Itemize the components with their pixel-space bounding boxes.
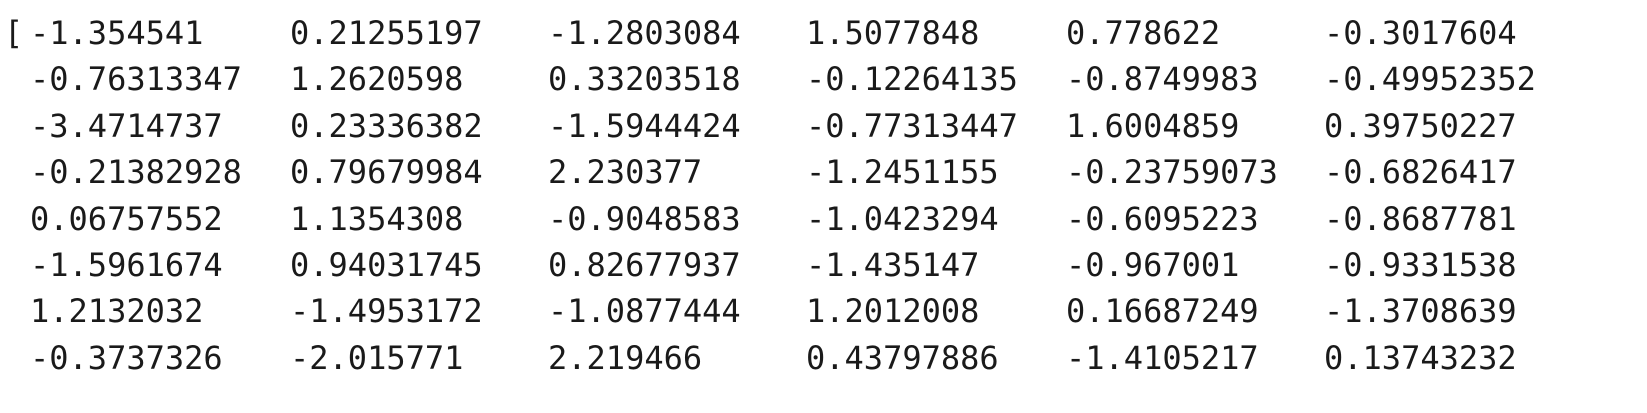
array-value: 0.23336382 xyxy=(290,106,483,145)
array-value: -0.23759073 xyxy=(1066,153,1278,192)
array-value: -0.77313447 xyxy=(806,106,1018,145)
array-value: 0.39750227 xyxy=(1324,106,1517,145)
array-value: 2.219466 xyxy=(548,338,703,377)
array-value: -1.0877444 xyxy=(548,292,741,331)
array-value: -0.9331538 xyxy=(1324,246,1517,284)
array-value: -1.4953172 xyxy=(290,292,483,331)
array-value: 0.82677937 xyxy=(548,246,741,284)
array-value: -1.5961674 xyxy=(30,246,223,284)
array-value: 0.33203518 xyxy=(548,60,741,99)
open-bracket: [ xyxy=(4,14,24,52)
array-value: 0.43797886 xyxy=(806,338,999,377)
array-value: -0.3737326 xyxy=(30,338,223,377)
array-value: 0.79679984 xyxy=(290,153,483,192)
array-value: 1.2132032 xyxy=(30,292,204,331)
array-value: 0.21255197 xyxy=(290,14,483,52)
console-output: [ -1.354541 0.21255197 -1.2803084 1.5077848… xyxy=(0,0,1647,413)
array-value: -1.4105217 xyxy=(1066,338,1259,377)
array-value: 1.2620598 xyxy=(290,60,464,99)
array-value: -2.015771 xyxy=(290,338,464,377)
array-value: 0.778622 xyxy=(1066,14,1221,52)
array-value: -1.3708639 xyxy=(1324,292,1517,331)
array-value: 1.6004859 xyxy=(1066,106,1240,145)
array-value: -0.76313347 xyxy=(30,60,242,99)
array-value: -1.2451155 xyxy=(806,153,999,192)
array-value: -0.6095223 xyxy=(1066,199,1259,238)
array-value: -1.5944424 xyxy=(548,106,741,145)
array-value: -0.8687781 xyxy=(1324,199,1517,238)
array-value: 0.13743232 xyxy=(1324,338,1517,377)
array-value: 1.2012008 xyxy=(806,292,980,331)
array-value: 0.94031745 xyxy=(290,246,483,284)
array-value: -0.6826417 xyxy=(1324,153,1517,192)
array-value: -0.49952352 xyxy=(1324,60,1536,99)
array-value: 2.230377 xyxy=(548,153,703,192)
array-value: -1.435147 xyxy=(806,246,980,284)
array-value: 0.16687249 xyxy=(1066,292,1259,331)
array-row: [ -1.354541 0.21255197 -1.2803084 1.5077848… xyxy=(0,11,1517,55)
array-value: 1.1354308 xyxy=(290,199,464,238)
array-value: -3.4714737 xyxy=(30,106,223,145)
array-value: 0.06757552 xyxy=(30,199,223,238)
array-value: -0.8749983 xyxy=(1066,60,1259,99)
array-value: -0.21382928 xyxy=(30,153,242,192)
array-value: -0.12264135 xyxy=(806,60,1018,99)
array-value: -0.3017604 xyxy=(1324,14,1517,52)
array-value: -1.0423294 xyxy=(806,199,999,238)
array-value: -1.354541 xyxy=(30,14,204,52)
array-value: 1.5077848 xyxy=(806,14,980,52)
array-value: -1.2803084 xyxy=(548,14,741,52)
array-value: -0.967001 xyxy=(1066,246,1240,284)
array-value: -0.9048583 xyxy=(548,199,741,238)
